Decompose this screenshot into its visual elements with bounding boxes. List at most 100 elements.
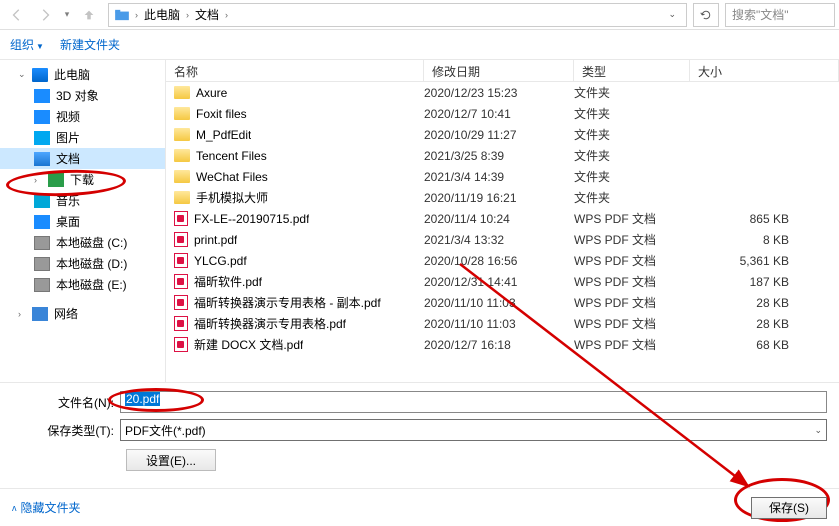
breadcrumb-root[interactable]: 此电脑 [144,6,180,23]
file-list: 名称 修改日期 类型 大小 Axure2020/12/23 15:23文件夹Fo… [166,60,839,382]
address-bar[interactable]: › 此电脑 › 文档 › ⌄ [108,3,687,27]
sidebar-item-downloads[interactable]: ›下载 [0,169,165,190]
pdf-icon [174,253,188,268]
file-name: 福昕软件.pdf [194,273,262,290]
file-size: 5,361 KB [690,254,839,268]
file-name: print.pdf [194,233,237,247]
file-row[interactable]: Axure2020/12/23 15:23文件夹 [166,82,839,103]
refresh-button[interactable] [693,3,719,27]
save-button[interactable]: 保存(S) [751,497,827,519]
video-icon [34,110,50,124]
col-size-header[interactable]: 大小 [690,60,839,81]
organize-menu[interactable]: 组织▼ [10,36,44,53]
file-row[interactable]: YLCG.pdf2020/10/28 16:56WPS PDF 文档5,361 … [166,250,839,271]
folder-icon [174,86,190,99]
file-date: 2020/11/4 10:24 [424,212,574,226]
file-row[interactable]: print.pdf2021/3/4 13:32WPS PDF 文档8 KB [166,229,839,250]
search-input[interactable]: 搜索"文档" [725,3,835,27]
new-folder-button[interactable]: 新建文件夹 [60,36,120,53]
file-name: Axure [196,86,227,100]
pdf-icon [174,337,188,352]
file-row[interactable]: 手机模拟大师2020/11/19 16:21文件夹 [166,187,839,208]
file-row[interactable]: 新建 DOCX 文档.pdf2020/12/7 16:18WPS PDF 文档6… [166,334,839,355]
3d-icon [34,89,50,103]
pdf-icon [174,232,188,247]
folder-icon [174,191,190,204]
drive-icon [34,236,50,250]
file-row[interactable]: WeChat Files2021/3/4 14:39文件夹 [166,166,839,187]
col-date-header[interactable]: 修改日期 [424,60,574,81]
file-type: 文件夹 [574,168,690,185]
folder-icon [174,128,190,141]
file-type: 文件夹 [574,189,690,206]
history-dropdown[interactable]: ▾ [60,3,74,27]
file-type: WPS PDF 文档 [574,336,690,353]
file-name: 手机模拟大师 [196,189,268,206]
breadcrumb-folder[interactable]: 文档 [195,6,219,23]
file-row[interactable]: 福昕软件.pdf2020/12/31 14:41WPS PDF 文档187 KB [166,271,839,292]
file-date: 2021/3/4 14:39 [424,170,574,184]
file-date: 2020/10/28 16:56 [424,254,574,268]
up-button[interactable] [76,3,102,27]
sidebar-item-drive-d[interactable]: 本地磁盘 (D:) [0,253,165,274]
file-date: 2020/11/10 11:03 [424,317,574,331]
file-row[interactable]: M_PdfEdit2020/10/29 11:27文件夹 [166,124,839,145]
pdf-icon [174,316,188,331]
filetype-select[interactable]: PDF文件(*.pdf) ⌄ [120,419,827,441]
drive-icon [34,278,50,292]
file-type: 文件夹 [574,147,690,164]
file-name: 福昕转换器演示专用表格.pdf [194,315,346,332]
nav-toolbar: ▾ › 此电脑 › 文档 › ⌄ 搜索"文档" [0,0,839,30]
settings-button[interactable]: 设置(E)... [126,449,216,471]
sidebar-item-drive-e[interactable]: 本地磁盘 (E:) [0,274,165,295]
music-icon [34,194,50,208]
sidebar-item-drive-c[interactable]: 本地磁盘 (C:) [0,232,165,253]
file-date: 2020/11/10 11:03 [424,296,574,310]
file-name: YLCG.pdf [194,254,247,268]
file-date: 2021/3/4 13:32 [424,233,574,247]
sidebar-item-video[interactable]: 视频 [0,106,165,127]
chevron-down-icon: ⌄ [814,425,822,436]
file-row[interactable]: FX-LE--20190715.pdf2020/11/4 10:24WPS PD… [166,208,839,229]
file-row[interactable]: Tencent Files2021/3/25 8:39文件夹 [166,145,839,166]
file-row[interactable]: Foxit files2020/12/7 10:41文件夹 [166,103,839,124]
sidebar-item-documents[interactable]: 文档 [0,148,165,169]
file-size: 8 KB [690,233,839,247]
pdf-icon [174,211,188,226]
file-date: 2020/10/29 11:27 [424,128,574,142]
hide-folders-toggle[interactable]: ʌ 隐藏文件夹 [12,499,81,516]
file-row[interactable]: 福昕转换器演示专用表格.pdf 2020/11/10 11:03WPS PDF 文… [166,313,839,334]
downloads-icon [48,173,64,187]
sidebar-item-music[interactable]: 音乐 [0,190,165,211]
col-name-header[interactable]: 名称 [166,60,424,81]
sidebar-item-desktop[interactable]: 桌面 [0,211,165,232]
address-dropdown[interactable]: ⌄ [664,9,680,20]
pdf-icon [174,274,188,289]
file-date: 2021/3/25 8:39 [424,149,574,163]
sidebar-item-pictures[interactable]: 图片 [0,127,165,148]
sidebar-item-3d[interactable]: 3D 对象 [0,85,165,106]
filename-input[interactable]: 20.pdf [120,391,827,413]
folder-icon [174,149,190,162]
sidebar-network[interactable]: ›网络 [0,303,165,324]
file-name: M_PdfEdit [196,128,251,142]
file-size: 187 KB [690,275,839,289]
sidebar-this-pc[interactable]: ⌄此电脑 [0,64,165,85]
file-size: 865 KB [690,212,839,226]
file-name: Foxit files [196,107,247,121]
file-row[interactable]: 福昕转换器演示专用表格 - 副本.pdf2020/11/10 11:03WPS … [166,292,839,313]
folder-icon [174,107,190,120]
chevron-down-icon: ▼ [36,42,44,51]
forward-button[interactable] [32,3,58,27]
chevron-up-icon: ʌ [12,503,17,513]
expand-icon: › [18,309,28,319]
back-button[interactable] [4,3,30,27]
col-type-header[interactable]: 类型 [574,60,690,81]
file-type: WPS PDF 文档 [574,273,690,290]
chevron-right-icon: › [186,10,189,20]
network-icon [32,307,48,321]
pictures-icon [34,131,50,145]
chevron-right-icon: › [225,10,228,20]
file-type: WPS PDF 文档 [574,315,690,332]
file-size: 28 KB [690,296,839,310]
